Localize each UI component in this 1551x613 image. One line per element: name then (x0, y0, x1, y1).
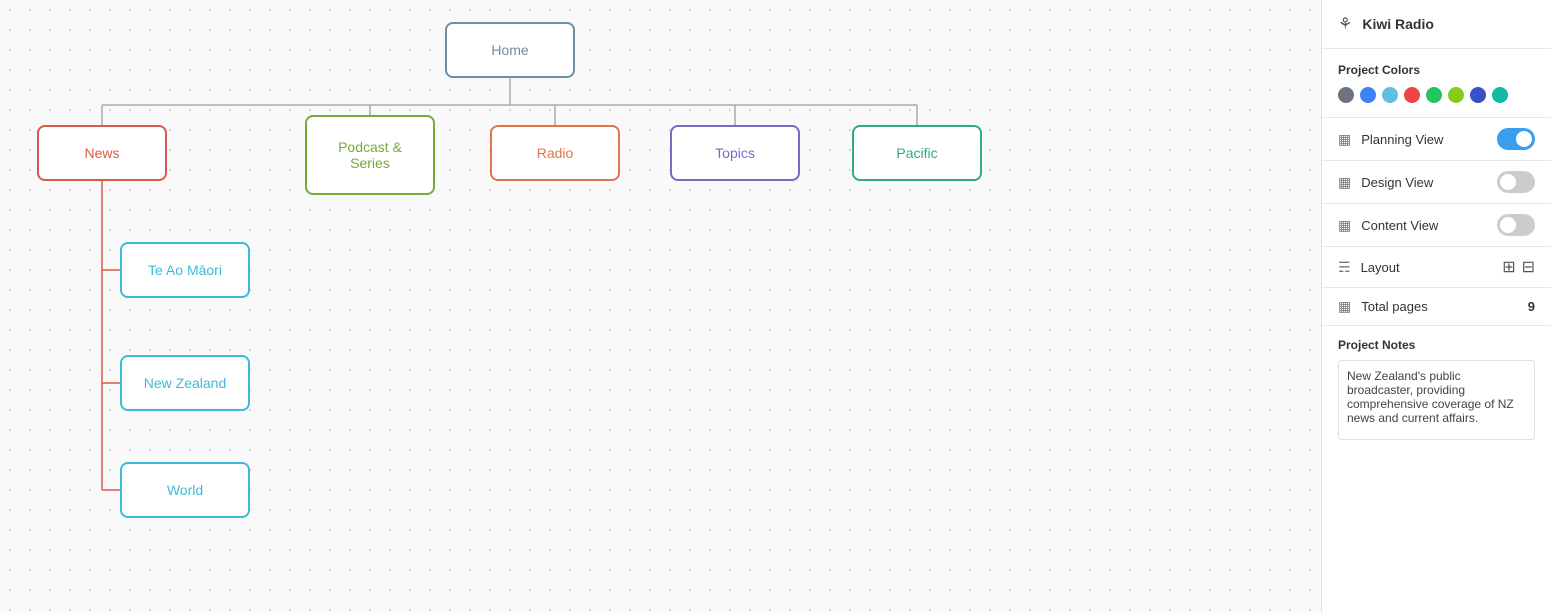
total-pages-label: Total pages (1361, 299, 1428, 314)
project-colors-label: Project Colors (1338, 63, 1535, 77)
node-world[interactable]: World (120, 462, 250, 518)
planning-view-left: ▦ Planning View (1338, 131, 1443, 148)
layout-grid-icon[interactable]: ⊟ (1522, 257, 1535, 277)
planning-view-icon: ▦ (1338, 131, 1351, 148)
design-view-left: ▦ Design View (1338, 174, 1433, 191)
layout-icon: ☴ (1338, 259, 1351, 276)
node-pacific-label: Pacific (896, 145, 937, 161)
color-dot-teal[interactable] (1492, 87, 1508, 103)
node-radio[interactable]: Radio (490, 125, 620, 181)
layout-label: Layout (1361, 260, 1400, 275)
node-new-zealand-label: New Zealand (144, 375, 227, 391)
node-home-label: Home (491, 42, 528, 58)
color-dots (1338, 87, 1535, 103)
planning-view-toggle[interactable] (1497, 128, 1535, 150)
sidebar-header: ⚘ Kiwi Radio (1322, 0, 1551, 49)
project-colors-section: Project Colors (1322, 49, 1551, 118)
planning-view-row: ▦ Planning View (1322, 118, 1551, 161)
canvas-area[interactable]: Home News Podcast &Series Radio Topics P… (0, 0, 1321, 613)
diagram-svg (0, 0, 1321, 613)
node-podcast[interactable]: Podcast &Series (305, 115, 435, 195)
sidebar: ⚘ Kiwi Radio Project Colors ▦ Planning V… (1321, 0, 1551, 613)
color-dot-gray[interactable] (1338, 87, 1354, 103)
notes-title: Project Notes (1338, 338, 1535, 352)
node-world-label: World (167, 482, 203, 498)
layout-left: ☴ Layout (1338, 259, 1400, 276)
node-podcast-label: Podcast &Series (338, 139, 402, 171)
node-te-ao-label: Te Ao Māori (148, 262, 222, 278)
content-view-label: Content View (1361, 218, 1438, 233)
design-view-icon: ▦ (1338, 174, 1351, 191)
content-view-row: ▦ Content View (1322, 204, 1551, 247)
notes-textarea[interactable] (1338, 360, 1535, 440)
node-news[interactable]: News (37, 125, 167, 181)
total-pages-left: ▦ Total pages (1338, 298, 1428, 315)
design-view-label: Design View (1361, 175, 1433, 190)
layout-row: ☴ Layout ⊞ ⊟ (1322, 247, 1551, 288)
color-dot-olive[interactable] (1448, 87, 1464, 103)
node-new-zealand[interactable]: New Zealand (120, 355, 250, 411)
design-view-toggle[interactable] (1497, 171, 1535, 193)
total-pages-icon: ▦ (1338, 298, 1351, 315)
sidebar-project-name: Kiwi Radio (1362, 16, 1434, 32)
total-pages-row: ▦ Total pages 9 (1322, 288, 1551, 326)
node-pacific[interactable]: Pacific (852, 125, 982, 181)
planning-view-toggle-knob (1516, 131, 1532, 147)
layout-tree-icon[interactable]: ⊞ (1502, 257, 1515, 277)
total-pages-count: 9 (1528, 299, 1535, 314)
color-dot-light-blue[interactable] (1382, 87, 1398, 103)
color-dot-green[interactable] (1426, 87, 1442, 103)
notes-section: Project Notes (1322, 326, 1551, 613)
design-view-toggle-knob (1500, 174, 1516, 190)
color-dot-dark-blue[interactable] (1470, 87, 1486, 103)
content-view-toggle-knob (1500, 217, 1516, 233)
layout-icons: ⊞ ⊟ (1502, 257, 1535, 277)
node-news-label: News (84, 145, 119, 161)
content-view-left: ▦ Content View (1338, 217, 1438, 234)
node-topics-label: Topics (715, 145, 755, 161)
node-topics[interactable]: Topics (670, 125, 800, 181)
node-te-ao[interactable]: Te Ao Māori (120, 242, 250, 298)
planning-view-label: Planning View (1361, 132, 1443, 147)
node-home[interactable]: Home (445, 22, 575, 78)
design-view-row: ▦ Design View (1322, 161, 1551, 204)
node-radio-label: Radio (537, 145, 574, 161)
diagram-container: Home News Podcast &Series Radio Topics P… (0, 0, 1321, 613)
color-dot-red[interactable] (1404, 87, 1420, 103)
project-icon: ⚘ (1338, 14, 1352, 34)
content-view-icon: ▦ (1338, 217, 1351, 234)
content-view-toggle[interactable] (1497, 214, 1535, 236)
color-dot-blue[interactable] (1360, 87, 1376, 103)
